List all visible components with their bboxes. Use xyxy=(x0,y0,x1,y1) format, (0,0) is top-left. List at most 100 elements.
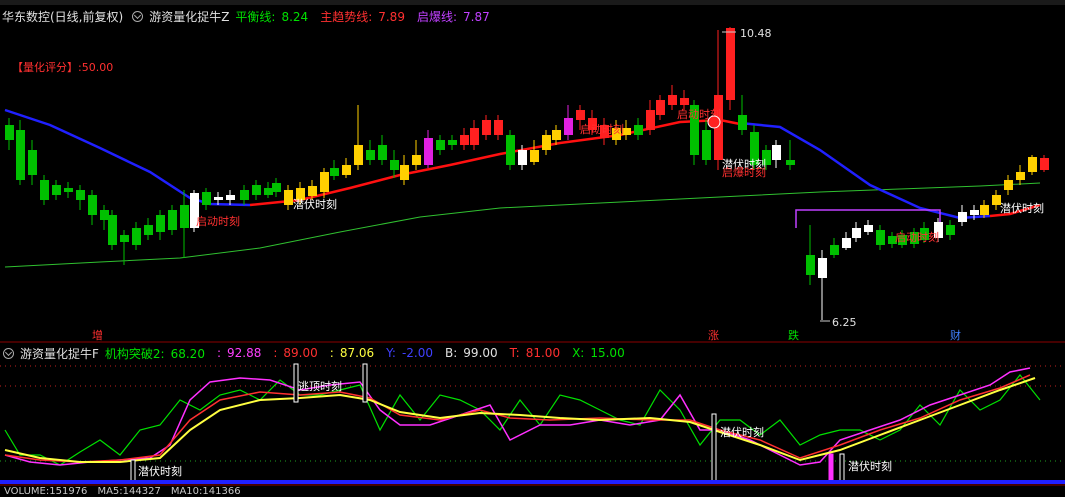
candle-body xyxy=(120,235,129,242)
candle-body xyxy=(214,197,223,200)
candle-body xyxy=(864,225,873,232)
candle-body xyxy=(646,110,655,130)
ma5-value: MA5:144327 xyxy=(97,486,161,497)
volume-header: VOLUME:151976 MA5:144327 MA10:141366 xyxy=(0,486,241,497)
candle-body xyxy=(786,160,795,165)
candle-body xyxy=(100,210,109,220)
candle-body xyxy=(240,190,249,200)
sub-signal-escape: 逃顶时刻 xyxy=(298,379,342,393)
high-price-label: 10.48 xyxy=(740,27,772,40)
candle-body xyxy=(108,215,117,245)
candle-body xyxy=(842,238,851,248)
candle-body xyxy=(1004,180,1013,190)
candle-body xyxy=(272,183,281,192)
candle-body xyxy=(680,98,689,105)
candle-body xyxy=(634,125,643,135)
candle-body xyxy=(852,228,861,238)
candle-body xyxy=(656,100,665,115)
sub-indicator-settings-icon[interactable] xyxy=(3,347,14,359)
candle-body xyxy=(470,128,479,145)
candle-body xyxy=(530,150,539,162)
mark-cai: 财 xyxy=(950,328,961,342)
candle-body xyxy=(16,130,25,180)
candle-body xyxy=(264,188,273,195)
candle-body xyxy=(460,135,469,145)
candle-body xyxy=(5,125,14,140)
candle-body xyxy=(506,135,515,165)
osc-red xyxy=(4,374,1031,463)
candle-body xyxy=(202,192,211,205)
sub-signal-lurk-1: 潜伏时刻 xyxy=(138,464,182,478)
mark-die: 跌 xyxy=(788,328,799,342)
candle-body xyxy=(354,145,363,165)
candle-body xyxy=(180,205,189,228)
param-2: :89.00 xyxy=(273,346,318,360)
sub-chart-header: 游资量化捉牛F 机构突破2: 68.20 :92.88 :89.00 :87.06… xyxy=(0,343,637,363)
candle-body xyxy=(946,225,955,235)
candle-body xyxy=(342,165,351,175)
candle-body xyxy=(320,172,329,192)
candle-body xyxy=(494,120,503,135)
candle-body xyxy=(88,195,97,215)
candle-body xyxy=(448,140,457,145)
price-chart[interactable]: 启动时刻 潜伏时刻 启动时刻 启动时刻 潜伏时刻 启爆时刻 启动时刻 潜伏时刻 … xyxy=(0,0,1065,497)
candle-body xyxy=(1028,157,1037,172)
osc-magenta xyxy=(4,367,1031,466)
candle-body xyxy=(156,215,165,232)
param-4: Y: -2.00 xyxy=(386,346,434,360)
candle-body xyxy=(876,230,885,245)
candle-body xyxy=(1016,172,1025,180)
candle-body xyxy=(76,190,85,200)
candle-body xyxy=(518,150,527,165)
osc-yellow xyxy=(4,377,1036,463)
candles xyxy=(5,27,1049,320)
candle-body xyxy=(806,255,815,275)
candle-body xyxy=(482,120,491,135)
candle-body xyxy=(226,195,235,200)
candle-body xyxy=(400,165,409,180)
param-6: T: 81.00 xyxy=(509,346,561,360)
param-3: :87.06 xyxy=(329,346,375,360)
signal-lurk-3: 潜伏时刻 xyxy=(1000,201,1044,215)
param-0: 机构突破2: 68.20 xyxy=(104,346,205,361)
candle-body xyxy=(436,140,445,150)
low-price-label: 6.25 xyxy=(832,316,857,329)
mark-zeng: 增 xyxy=(92,328,103,342)
candle-body xyxy=(424,138,433,165)
candle-body xyxy=(1040,158,1049,170)
sub-indicator-name[interactable]: 游资量化捉牛F xyxy=(20,345,99,362)
candle-body xyxy=(284,190,293,205)
candle-body xyxy=(668,95,677,105)
candle-body xyxy=(542,135,551,150)
param-5: B: 99.00 xyxy=(445,346,498,360)
param-7: X: 15.00 xyxy=(572,346,625,360)
candle-body xyxy=(830,245,839,255)
sub-signal-lurk-2: 潜伏时刻 xyxy=(720,425,764,439)
candle-body xyxy=(576,110,585,120)
crosshair-icon xyxy=(707,115,721,129)
mark-zhang: 涨 xyxy=(708,329,719,342)
candle-body xyxy=(366,150,375,160)
candle-body xyxy=(330,168,339,176)
signal-start-2: 启动时刻 xyxy=(580,122,624,136)
signal-start-4: 启动时刻 xyxy=(895,230,939,244)
candle-body xyxy=(980,205,989,215)
candle-body xyxy=(378,145,387,160)
param-1: :92.88 xyxy=(216,346,262,360)
blue-trend-line-right xyxy=(739,121,991,220)
candle-body xyxy=(564,118,573,135)
volume-value: VOLUME:151976 xyxy=(4,486,88,497)
candle-body xyxy=(702,130,711,160)
candle-body xyxy=(132,228,141,245)
candle-body xyxy=(818,258,827,278)
candle-body xyxy=(64,188,73,192)
signal-lurk-1: 潜伏时刻 xyxy=(293,197,337,211)
candle-body xyxy=(958,212,967,222)
candle-body xyxy=(412,155,421,165)
candle-body xyxy=(52,185,61,195)
signal-burst-1: 启爆时刻 xyxy=(722,165,766,179)
candle-body xyxy=(738,115,747,130)
candle-body xyxy=(390,160,399,170)
sub-signal-lurk-3: 潜伏时刻 xyxy=(848,459,892,473)
candle-body xyxy=(552,130,561,140)
